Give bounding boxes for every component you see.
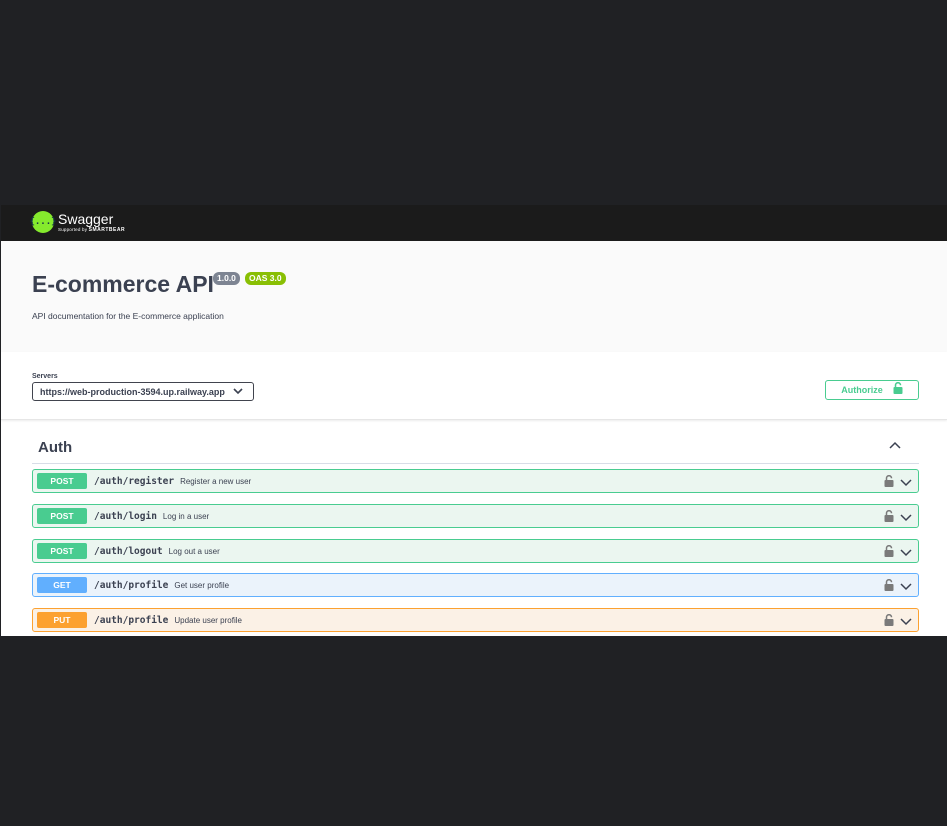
chevron-down-icon[interactable] (900, 544, 912, 562)
logo-name: Swagger (58, 210, 114, 227)
operation-summary: Register a new user (180, 476, 252, 486)
lock-icon[interactable] (884, 544, 894, 562)
api-info: E-commerce API 1.0.0 OAS 3.0 API documen… (1, 241, 947, 352)
operation-path: /auth/logout (94, 545, 163, 557)
operation-summary: Update user profile (174, 615, 242, 625)
logo-subtitle: Supported by SMARTBEAR (58, 226, 126, 233)
method-badge: PUT (37, 612, 87, 628)
operation-summary: Log out a user (168, 546, 220, 556)
topbar: {...} Swagger Supported by SMARTBEAR (1, 205, 947, 241)
chevron-down-icon[interactable] (900, 578, 912, 596)
method-badge: POST (37, 508, 87, 524)
scheme-container: Servers https://web-production-3594.up.r… (1, 352, 947, 420)
method-badge: GET (37, 577, 87, 593)
operation-summary: Log in a user (162, 511, 210, 521)
lock-icon[interactable] (884, 613, 894, 631)
api-description: API documentation for the E-commerce app… (32, 311, 224, 321)
operation-get-profile[interactable]: GET /auth/profile Get user profile (32, 573, 919, 597)
servers-selected-value: https://web-production-3594.up.railway.a… (40, 386, 225, 397)
operation-summary: Get user profile (174, 580, 230, 590)
method-badge: POST (37, 473, 87, 489)
servers-label: Servers (32, 373, 58, 380)
unlock-icon (893, 381, 903, 399)
lock-icon[interactable] (884, 474, 894, 492)
lock-icon[interactable] (884, 509, 894, 527)
page-title: E-commerce API (32, 271, 214, 297)
oas-badge: OAS 3.0 (245, 272, 286, 285)
version-badge: 1.0.0 (213, 272, 240, 285)
lock-icon[interactable] (884, 578, 894, 596)
chevron-down-icon[interactable] (900, 509, 912, 527)
operation-path: /auth/profile (94, 614, 169, 626)
tag-title[interactable]: Auth (38, 439, 72, 456)
operation-login[interactable]: POST /auth/login Log in a user (32, 504, 919, 528)
servers-select[interactable]: https://web-production-3594.up.railway.a… (32, 382, 254, 401)
authorize-button[interactable]: Authorize (825, 380, 919, 400)
chevron-up-icon[interactable] (889, 441, 903, 451)
operation-path: /auth/login (94, 510, 157, 522)
operation-logout[interactable]: POST /auth/logout Log out a user (32, 539, 919, 563)
swagger-page: {...} Swagger Supported by SMARTBEAR E-c… (1, 205, 947, 636)
swagger-logo-icon: {...} (29, 211, 57, 233)
operation-path: /auth/profile (94, 579, 169, 591)
swagger-logo[interactable]: {...} Swagger Supported by SMARTBEAR (29, 210, 126, 233)
authorize-label: Authorize (841, 385, 883, 395)
chevron-down-icon[interactable] (900, 474, 912, 492)
operation-register[interactable]: POST /auth/register Register a new user (32, 469, 919, 493)
chevron-down-icon[interactable] (900, 613, 912, 631)
operation-update-profile[interactable]: PUT /auth/profile Update user profile (32, 608, 919, 632)
method-badge: POST (37, 543, 87, 559)
chevron-down-icon (233, 388, 245, 395)
tag-divider (32, 463, 919, 464)
operation-path: /auth/register (94, 475, 175, 487)
